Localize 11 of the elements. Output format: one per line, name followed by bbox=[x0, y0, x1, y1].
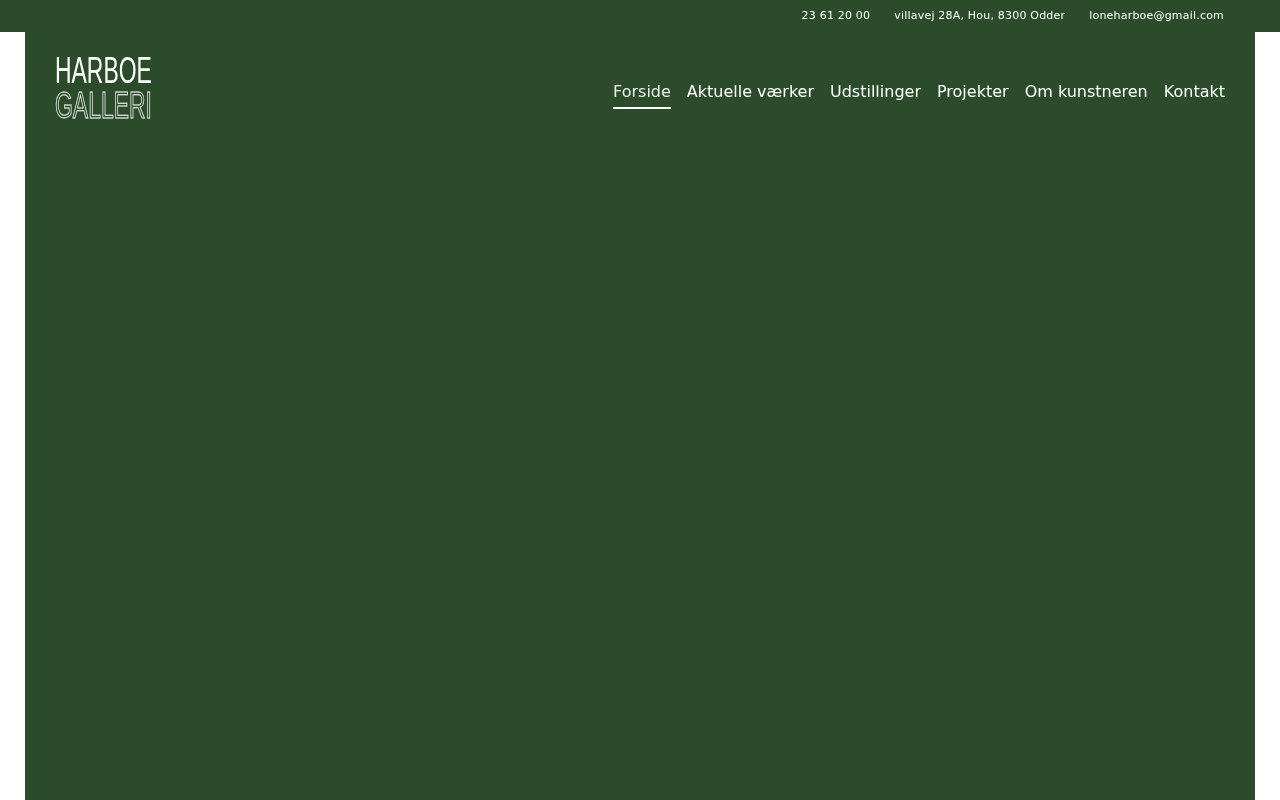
nav-link[interactable]: Kontakt bbox=[1163, 80, 1225, 109]
nav-link[interactable]: Aktuelle værker bbox=[686, 80, 814, 109]
logo-text[interactable]: GALLERI bbox=[55, 87, 152, 124]
contact-link[interactable]: 23 61 20 00 bbox=[801, 7, 871, 25]
logo-text[interactable]: HARBOE bbox=[55, 52, 152, 89]
contact-link[interactable]: loneharboe@gmail.com bbox=[1089, 7, 1224, 25]
nav-link[interactable]: Om kunstneren bbox=[1024, 80, 1148, 109]
contact-link[interactable]: villavej 28A, Hou, 8300 Odder bbox=[894, 7, 1066, 25]
nav-link[interactable]: Forside bbox=[613, 80, 671, 109]
nav-link[interactable]: Projekter bbox=[937, 80, 1009, 109]
nav-link[interactable]: Udstillinger bbox=[830, 80, 921, 109]
